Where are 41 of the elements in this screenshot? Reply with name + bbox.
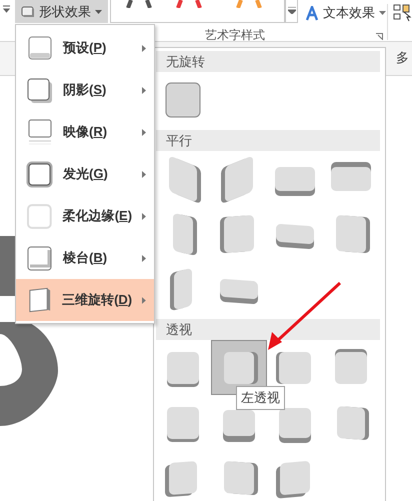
gallery-scroll-button[interactable] <box>285 0 298 23</box>
section-header: 透视 <box>156 319 380 340</box>
menu-item[interactable]: 映像(R) <box>16 111 154 153</box>
wordart-sample-icon[interactable] <box>125 0 155 8</box>
menu-item[interactable]: 棱台(B) <box>16 237 154 279</box>
submenu-arrow-icon <box>142 296 146 304</box>
wordart-sample-icon[interactable] <box>175 0 205 8</box>
submenu-arrow-icon <box>142 212 146 220</box>
effect-preview-icon <box>26 34 53 62</box>
section-header: 平行 <box>156 130 380 151</box>
menu-item[interactable]: 柔化边缘(E) <box>16 195 154 237</box>
text-effects-button[interactable]: 文本效果 <box>302 3 389 23</box>
dropdown-icon[interactable] <box>2 4 11 14</box>
shape-effects-button[interactable]: 形状效果 <box>15 0 108 23</box>
style-gallery[interactable] <box>110 0 285 23</box>
caret-icon <box>379 11 386 15</box>
effect-preview-icon <box>26 244 53 272</box>
effect-preview-icon <box>26 118 53 146</box>
submenu-arrow-icon <box>142 128 146 136</box>
selection-pane-icon[interactable] <box>393 4 412 22</box>
menu-item[interactable]: 三维旋转(D) <box>16 279 154 321</box>
letter-icon <box>305 6 319 20</box>
submenu-arrow-icon <box>142 170 146 178</box>
menu-item[interactable]: 阴影(S) <box>16 69 154 111</box>
menu-item[interactable]: 发光(G) <box>16 153 154 195</box>
document-shape-drawing <box>0 236 15 296</box>
toolbar-label: 多 <box>396 49 409 67</box>
more-icon <box>288 7 296 14</box>
submenu-arrow-icon <box>142 44 146 52</box>
shape-icon <box>21 6 35 18</box>
effect-preview-icon <box>26 76 53 104</box>
submenu-arrow-icon <box>142 254 146 262</box>
submenu-arrow-icon <box>142 86 146 94</box>
section-header: 无旋转 <box>156 51 380 72</box>
effect-preview-icon <box>26 202 53 230</box>
tooltip: 左透视 <box>236 386 285 410</box>
group-label: 艺术字样式 <box>205 27 265 44</box>
effect-preview-icon <box>26 160 53 188</box>
dialog-launcher-icon[interactable] <box>376 33 383 40</box>
menu-item[interactable]: 预设(P) <box>16 27 154 69</box>
caret-icon <box>95 10 102 14</box>
